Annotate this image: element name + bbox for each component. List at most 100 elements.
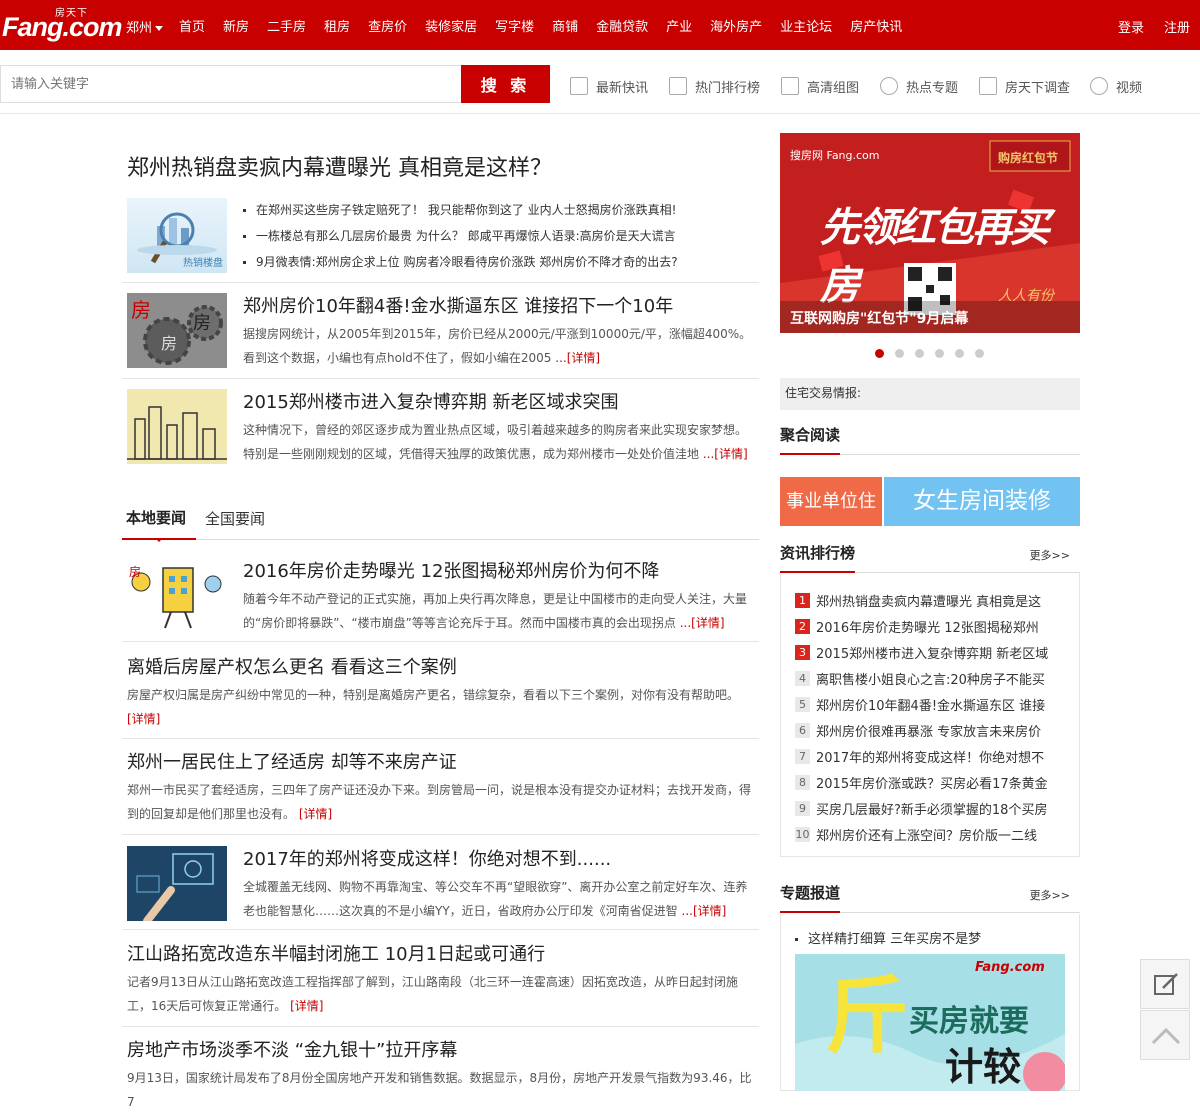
news-thumbnail[interactable]: 房 [127,558,227,633]
ranking-item[interactable]: 3 2015郑州楼市进入复杂博弈期 新老区域 [795,639,1065,665]
city-sketch-illustration [127,389,227,464]
summary-text: 房屋产权归属是房产纠纷中常见的一种，特别是离婚房产更名，错综复杂，看看以下三个案… [127,688,740,702]
related-link[interactable]: 在郑州买这些房子铁定赔死了！ 我只能帮你到这了 业内人士怒揭房价涨跌真相! [243,202,763,228]
rank-number: 10 [795,826,810,842]
news-item: 离婚后房屋产权怎么更名 看看这三个案例 房屋产权归属是房产纠纷中常见的一种，特别… [127,653,757,731]
ranking-item[interactable]: 10 郑州房价还有上涨空间？房价版一二线 [795,821,1065,847]
details-link[interactable]: ...[详情] [682,904,727,918]
details-link[interactable]: ...[详情] [680,616,725,630]
city-selector[interactable]: 郑州 [126,17,164,36]
ranking-item[interactable]: 6 郑州房价很难再暴涨 专家放言未来房价 [795,717,1065,743]
quick-link-video[interactable]: 视频 [1090,76,1142,96]
nav-item[interactable]: 写字楼 [486,16,543,36]
news-thumbnail[interactable] [127,846,227,921]
svg-text:房: 房 [131,298,151,322]
ranking-item[interactable]: 4 离职售楼小姐良心之言:20种房子不能买 [795,665,1065,691]
tag-girl-room-decor[interactable]: 女生房间装修 [884,477,1080,526]
details-link[interactable]: ...[详情] [703,447,748,461]
news-title[interactable]: 2016年房价走势曝光 12张图揭秘郑州房价为何不降 [243,557,758,583]
ranking-item[interactable]: 9 买房几层最好?新手必须掌握的18个买房 [795,795,1065,821]
topic-image[interactable]: Fang.com 斤 买房就要 计较 [795,954,1065,1091]
tab-local-news[interactable]: 本地要闻 [122,504,196,542]
ranking-item[interactable]: 8 2015年房价涨或跌？买房必看17条黄金 [795,769,1065,795]
rank-number: 8 [795,774,810,790]
article-summary: 据搜房网统计，从2005年到2015年，房价已经从2000元/平涨到10000元… [243,322,758,370]
summary-text: 郑州一市民买了套经适房，三四年了房产证还没办下来。到房管局一问，说是根本没有提交… [127,783,752,821]
quick-link-label: 热点专题 [906,80,959,96]
divider [122,641,759,642]
register-link[interactable]: 注册 [1164,17,1190,36]
news-list-icon [570,77,588,95]
topic-link[interactable]: 这样精打细算 三年买房不是梦 [795,928,981,947]
quick-link-ranking[interactable]: 热门排行榜 [669,76,760,96]
nav-item[interactable]: 商铺 [543,16,587,36]
news-summary: 房屋产权归属是房产纠纷中常见的一种，特别是离婚房产更名，错综复杂，看看以下三个案… [127,683,757,731]
carousel-dot[interactable] [975,349,984,358]
nav-item[interactable]: 租房 [315,16,359,36]
nav-item[interactable]: 房产快讯 [841,16,911,36]
article-title[interactable]: 2015郑州楼市进入复杂博弈期 新老区域求突围 [243,388,758,414]
nav-item[interactable]: 新房 [214,16,258,36]
tag-public-housing[interactable]: 事业单位住 [780,477,882,526]
headline-title[interactable]: 郑州热销盘卖疯内幕遭曝光 真相竟是这样？ [127,150,552,182]
tab-national-news[interactable]: 全国要闻 [205,504,265,540]
news-title[interactable]: 郑州一居民住上了经适房 却等不来房产证 [127,748,757,774]
fire-icon [880,77,898,95]
ranking-item[interactable]: 1 郑州热销盘卖疯内幕遭曝光 真相竟是这 [795,587,1065,613]
banner-caption: 互联网购房"红包节"9月启幕 [790,311,969,327]
related-link[interactable]: 一栋楼总有那么几层房价最贵 为什么？ 郎咸平再爆惊人语录:高房价是天大谎言 [243,228,763,254]
quick-link-hot-topics[interactable]: 热点专题 [880,76,958,96]
gears-illustration: 房 房 房 [127,293,227,368]
divider [122,1026,759,1027]
ranking-item[interactable]: 5 郑州房价10年翻4番!金水撕逼东区 谁接 [795,691,1065,717]
divider [122,378,759,379]
quick-link-survey[interactable]: 房天下调查 [979,76,1070,96]
rank-number: 6 [795,722,810,738]
svg-text:房: 房 [129,564,141,579]
quick-link-latest-news[interactable]: 最新快讯 [570,76,648,96]
nav-item[interactable]: 装修家居 [416,16,486,36]
nav-item[interactable]: 首页 [170,16,214,36]
quick-link-gallery[interactable]: 高清组图 [781,76,859,96]
carousel-dot[interactable] [915,349,924,358]
carousel-dot[interactable] [895,349,904,358]
search-input[interactable] [0,65,462,103]
ranking-item[interactable]: 7 2017年的郑州将变成这样！你绝对想不 [795,743,1065,769]
headline-thumbnail[interactable]: 热销楼盘 [127,198,227,273]
nav-item[interactable]: 二手房 [258,16,315,36]
news-title[interactable]: 房地产市场淡季不淡 “金九银十”拉开序幕 [127,1036,757,1062]
article-thumbnail[interactable]: 房 房 房 [127,293,227,368]
feedback-button[interactable] [1140,959,1190,1009]
news-title[interactable]: 2017年的郑州将变成这样！你绝对想不到...... [243,845,758,871]
nav-item[interactable]: 金融贷款 [587,16,657,36]
fang-logo[interactable]: 房天下 Fang.com [2,4,123,44]
carousel-dot[interactable] [875,349,884,358]
article-title[interactable]: 郑州房价10年翻4番!金水撕逼东区 谁接招下一个10年 [243,292,758,318]
back-to-top-button[interactable] [1140,1010,1190,1060]
nav-item[interactable]: 业主论坛 [771,16,841,36]
ranking-more-link[interactable]: 更多>> [1030,547,1070,563]
details-link[interactable]: [详情] [127,712,160,726]
carousel-dot[interactable] [955,349,964,358]
nav-item[interactable]: 查房价 [359,16,416,36]
article-thumbnail[interactable] [127,389,227,464]
news-title[interactable]: 江山路拓宽改造东半幅封闭施工 10月1日起或可通行 [127,940,757,966]
summary-text: 随着今年不动产登记的正式实施，再加上央行再次降息，更是让中国楼市的走向受人关注，… [243,592,748,630]
summary-text: 9月13日，国家统计局发布了8月份全国房地产开发和销售数据。数据显示，8月份，房… [127,1071,752,1109]
ranking-header: 资讯排行榜 更多>> [780,537,1080,573]
nav-item[interactable]: 产业 [657,16,701,36]
promo-banner[interactable]: 搜房网 Fang.com 购房红包节 先领红包再买房 人人有份 互联网购房"红包… [780,133,1080,333]
ranking-list-box: 1 郑州热销盘卖疯内幕遭曝光 真相竟是这 2 2016年房价走势曝光 12张图揭秘郑州… [780,573,1080,857]
related-link[interactable]: 9月微表情:郑州房企求上位 购房者冷眼看待房价涨跌 郑州房价不降才奇的出去? [243,254,763,280]
carousel-dot[interactable] [935,349,944,358]
nav-item[interactable]: 海外房产 [701,16,771,36]
ranking-item[interactable]: 2 2016年房价走势曝光 12张图揭秘郑州 [795,613,1065,639]
search-button[interactable]: 搜 索 [461,65,550,103]
edit-icon [1154,973,1178,995]
topic-more-link[interactable]: 更多>> [1030,887,1070,903]
login-link[interactable]: 登录 [1118,17,1144,36]
details-link[interactable]: ...[详情] [555,351,600,365]
news-title[interactable]: 离婚后房屋产权怎么更名 看看这三个案例 [127,653,757,679]
details-link[interactable]: [详情] [290,999,323,1013]
details-link[interactable]: [详情] [299,807,332,821]
